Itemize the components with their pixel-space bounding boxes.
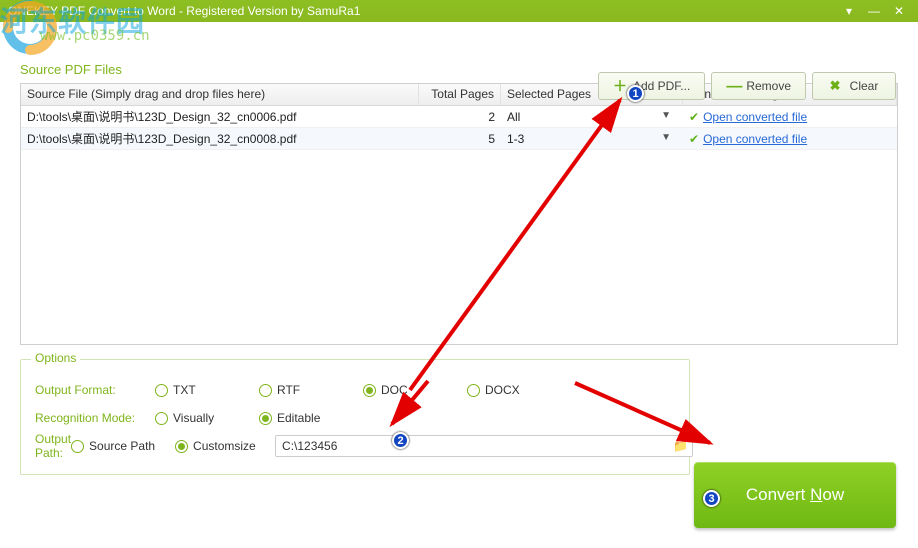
- cell-selected[interactable]: All▼: [501, 108, 683, 126]
- remove-label: Remove: [746, 79, 791, 93]
- table-row[interactable]: D:\tools\桌面\说明书\123D_Design_32_cn0008.pd…: [21, 128, 897, 150]
- clear-label: Clear: [850, 79, 879, 93]
- radio-docx[interactable]: DOCX: [467, 383, 561, 397]
- title-bar: ONEKEY PDF Convert to Word - Registered …: [0, 0, 918, 22]
- add-pdf-button[interactable]: ＋ Add PDF...: [598, 72, 705, 100]
- cell-selected[interactable]: 1-3▼: [501, 130, 683, 148]
- close-icon[interactable]: ✕: [888, 2, 910, 20]
- output-path-label: Output Path:: [35, 432, 71, 460]
- format-radiogroup: TXT RTF DOC DOCX: [155, 383, 561, 397]
- options-legend: Options: [31, 351, 80, 365]
- output-path-input[interactable]: C:\123456 📁: [275, 435, 693, 457]
- cell-file: D:\tools\桌面\说明书\123D_Design_32_cn0008.pd…: [21, 128, 419, 149]
- output-format-label: Output Format:: [35, 383, 155, 397]
- cell-progress: ✔ Open converted file: [683, 108, 897, 126]
- recog-radiogroup: Visually Editable: [155, 411, 353, 425]
- chevron-down-icon[interactable]: ▼: [661, 132, 671, 146]
- remove-button[interactable]: — Remove: [711, 72, 806, 100]
- radio-visually[interactable]: Visually: [155, 411, 249, 425]
- radio-doc[interactable]: DOC: [363, 383, 457, 397]
- radio-txt[interactable]: TXT: [155, 383, 249, 397]
- options-group: Options Output Format: TXT RTF DOC DOCX …: [20, 359, 690, 475]
- convert-now-button[interactable]: Convert Now: [694, 462, 896, 528]
- annotation-badge-2: 2: [392, 432, 409, 449]
- dropdown-icon[interactable]: ▾: [838, 2, 860, 20]
- minimize-icon[interactable]: —: [863, 2, 885, 20]
- recognition-mode-label: Recognition Mode:: [35, 411, 155, 425]
- radio-customsize[interactable]: Customsize: [175, 439, 269, 453]
- check-icon: ✔: [689, 110, 699, 124]
- check-icon: ✔: [689, 132, 699, 146]
- folder-icon[interactable]: 📁: [673, 439, 688, 453]
- convert-label: Convert Now: [746, 485, 844, 505]
- clear-icon: ✖: [830, 79, 844, 93]
- file-table: Source File (Simply drag and drop files …: [20, 83, 898, 345]
- cell-total: 2: [419, 108, 501, 126]
- radio-editable[interactable]: Editable: [259, 411, 353, 425]
- open-converted-link[interactable]: Open converted file: [703, 110, 807, 124]
- annotation-badge-3: 3: [703, 490, 720, 507]
- cell-file: D:\tools\桌面\说明书\123D_Design_32_cn0006.pd…: [21, 106, 419, 127]
- output-path-value: C:\123456: [282, 439, 337, 453]
- cell-progress: ✔ Open converted file: [683, 130, 897, 148]
- cell-total: 5: [419, 130, 501, 148]
- radio-rtf[interactable]: RTF: [259, 383, 353, 397]
- col-source-file[interactable]: Source File (Simply drag and drop files …: [21, 84, 419, 105]
- open-converted-link[interactable]: Open converted file: [703, 132, 807, 146]
- path-radiogroup: Source Path Customsize: [71, 439, 269, 453]
- chevron-down-icon[interactable]: ▼: [661, 110, 671, 124]
- radio-source-path[interactable]: Source Path: [71, 439, 165, 453]
- col-total-pages[interactable]: Total Pages: [419, 84, 501, 105]
- table-row[interactable]: D:\tools\桌面\说明书\123D_Design_32_cn0006.pd…: [21, 106, 897, 128]
- window-title: ONEKEY PDF Convert to Word - Registered …: [8, 4, 360, 18]
- annotation-badge-1: 1: [627, 85, 644, 102]
- clear-button[interactable]: ✖ Clear: [812, 72, 896, 100]
- plus-icon: ＋: [613, 79, 627, 93]
- minus-icon: —: [726, 79, 740, 93]
